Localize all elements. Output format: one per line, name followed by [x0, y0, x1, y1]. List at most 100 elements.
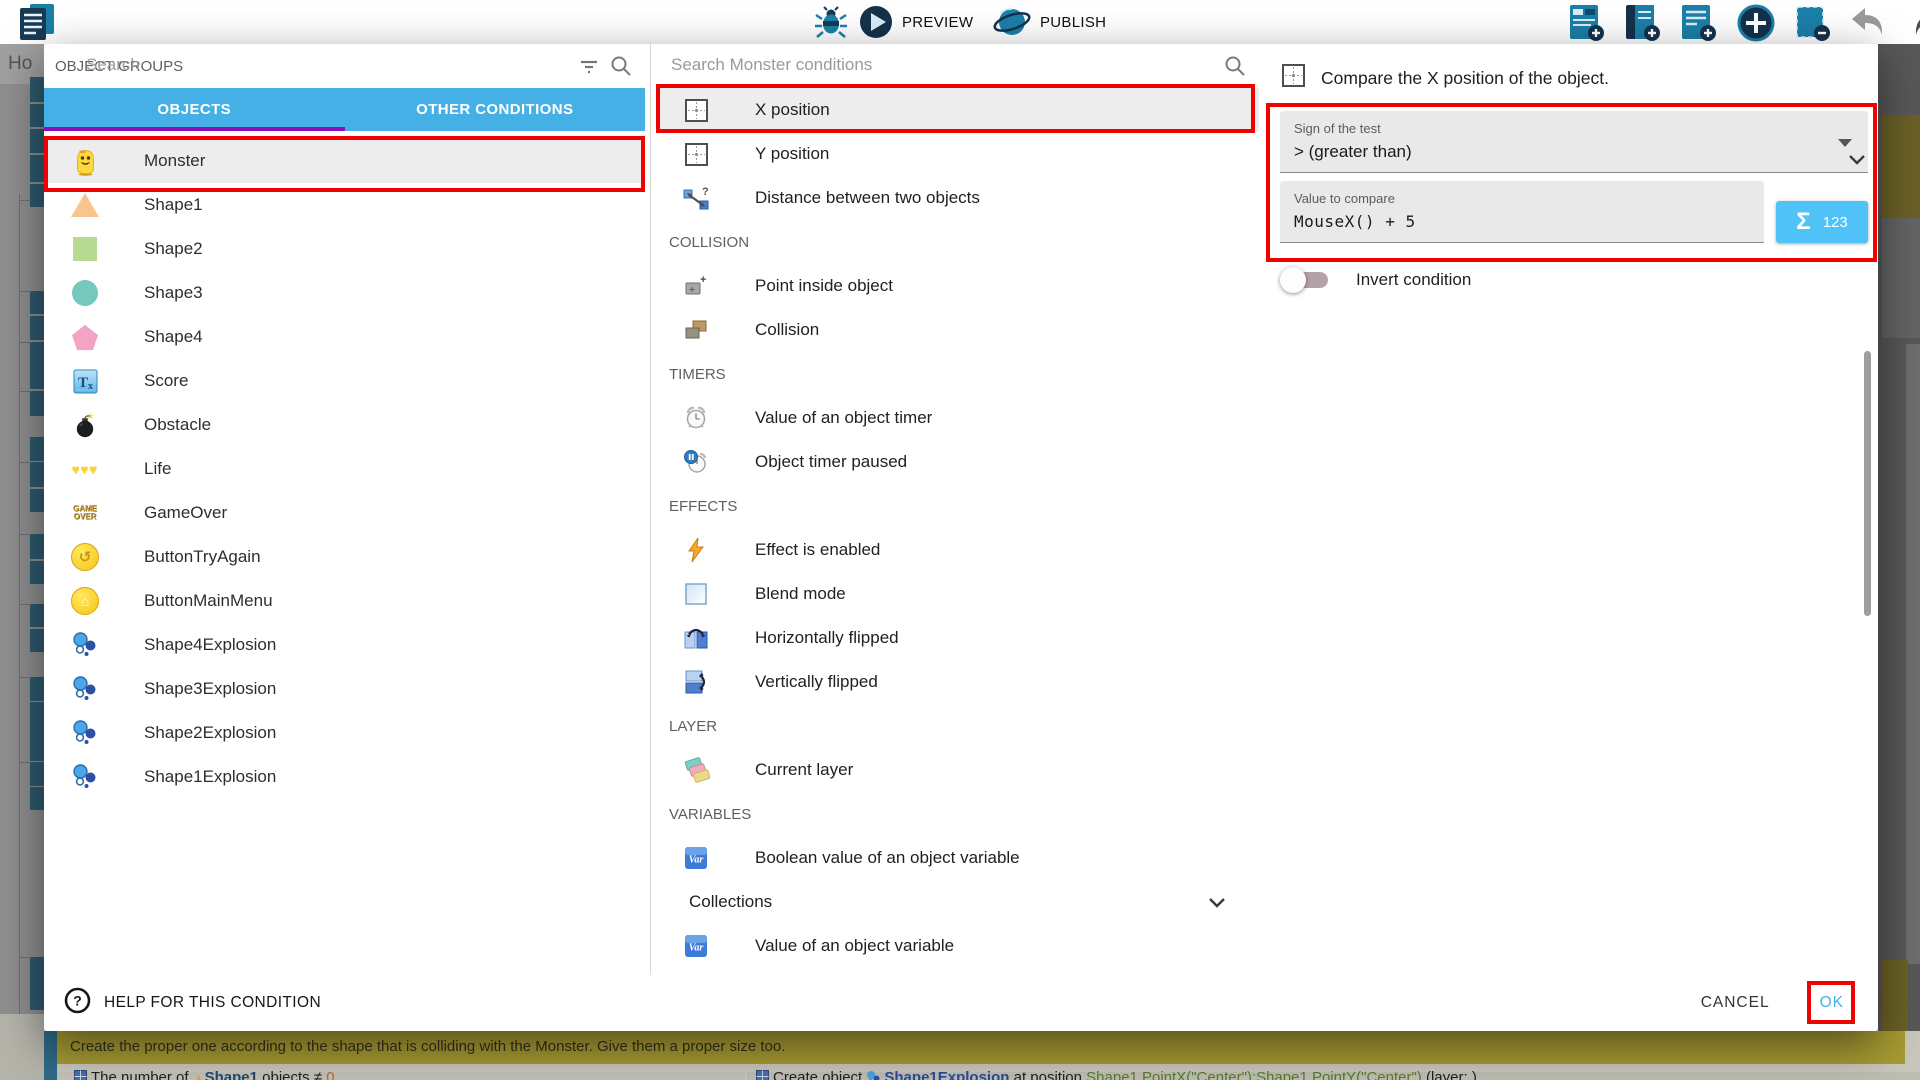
condition-row-y-position[interactable]: Y position	[659, 132, 1259, 176]
objects-search-input[interactable]: Search	[44, 44, 645, 88]
object-label: Score	[144, 371, 188, 391]
help-button[interactable]: ? HELP FOR THIS CONDITION	[64, 987, 321, 1019]
object-row-shape4[interactable]: Shape4	[44, 315, 645, 359]
condition-group-header-timers: TIMERS	[651, 352, 1267, 396]
point-inside-icon: ++	[681, 271, 711, 301]
tab-objects[interactable]: OBJECTS	[44, 88, 345, 131]
conditions-panel: Search Monster conditions X position Y po…	[650, 44, 1267, 975]
text-object-icon: Tx	[68, 364, 102, 398]
condition-label: Current layer	[755, 760, 853, 780]
object-row-obstacle[interactable]: Obstacle	[44, 403, 645, 447]
triangle-shape-icon	[68, 188, 102, 222]
condition-row-blend-mode[interactable]: Blend mode	[659, 572, 1259, 616]
collapsible-collections[interactable]: Collections	[659, 880, 1259, 924]
help-icon: ?	[64, 987, 91, 1019]
events-sheet-background-bottom: Create the proper one according to the s…	[44, 1031, 1920, 1080]
condition-row-vertically-flipped[interactable]: Vertically flipped	[659, 660, 1259, 704]
condition-row-horizontally-flipped[interactable]: Horizontally flipped	[659, 616, 1259, 660]
event-block	[30, 77, 44, 102]
blend-icon	[681, 579, 711, 609]
object-row-shape3[interactable]: Shape3	[44, 271, 645, 315]
ok-button[interactable]: OK	[1820, 994, 1844, 1012]
expression-builder-button[interactable]: Σ 123	[1776, 201, 1868, 243]
conditions-search-input[interactable]: Search Monster conditions	[651, 44, 1267, 88]
events-sheet-icon[interactable]	[16, 2, 60, 42]
event-block	[30, 316, 44, 340]
preview-button[interactable]: PREVIEW	[858, 4, 973, 40]
value-to-compare-input[interactable]: Value to compare MouseX() + 5	[1280, 181, 1764, 243]
conditions-search-placeholder: Search Monster conditions	[671, 55, 872, 75]
paste-icon[interactable]	[1793, 3, 1833, 43]
condition-row-distance-between-two-objects[interactable]: ?Distance between two objects	[659, 176, 1259, 220]
preview-label: PREVIEW	[902, 14, 973, 31]
condition-group-header-variables: VARIABLES	[651, 792, 1267, 836]
object-row-shape3explosion[interactable]: Shape3Explosion	[44, 667, 645, 711]
search-icon	[1223, 54, 1247, 83]
condition-row-boolean-value-of-an-object-variable[interactable]: VarBoolean value of an object variable	[659, 836, 1259, 880]
variable-icon: Var	[681, 931, 711, 961]
invert-condition-label: Invert condition	[1356, 270, 1471, 290]
tab-other-conditions[interactable]: OTHER CONDITIONS	[345, 88, 646, 131]
condition-row-x-position[interactable]: X position	[659, 88, 1259, 132]
condition-row-object-timer-paused[interactable]: Object timer paused	[659, 440, 1259, 484]
gdevelop-editor-screen: PREVIEW PUBLISH Ho Create the proper one…	[0, 0, 1920, 1080]
bomb-icon	[68, 408, 102, 442]
add-comment-icon[interactable]	[1679, 3, 1719, 43]
condition-row-effect-is-enabled[interactable]: Effect is enabled	[659, 528, 1259, 572]
event-block	[30, 787, 44, 810]
debug-icon[interactable]	[814, 5, 848, 39]
redo-icon[interactable]	[1907, 4, 1920, 42]
object-row-shape2[interactable]: Shape2	[44, 227, 645, 271]
svg-text:?: ?	[73, 993, 82, 1009]
condition-label: Object timer paused	[755, 452, 907, 472]
object-row-shape1[interactable]: Shape1	[44, 183, 645, 227]
sign-of-test-label: Sign of the test	[1294, 121, 1854, 136]
filter-icon[interactable]	[577, 54, 601, 83]
event-block	[30, 762, 44, 786]
condition-row-current-layer[interactable]: Current layer	[659, 748, 1259, 792]
play-icon	[858, 4, 894, 40]
position-icon	[681, 139, 711, 169]
object-row-monster[interactable]: Monster	[44, 139, 645, 183]
condition-row-value-of-an-object-timer[interactable]: Value of an object timer	[659, 396, 1259, 440]
object-row-score[interactable]: Tx Score	[44, 359, 645, 403]
undo-icon[interactable]	[1849, 4, 1891, 42]
object-row-shape1explosion[interactable]: Shape1Explosion	[44, 755, 645, 799]
object-row-gameover[interactable]: GAMEOVERGameOver	[44, 491, 645, 535]
object-row-buttonmainmenu[interactable]: ⌂ButtonMainMenu	[44, 579, 645, 623]
invert-condition-toggle[interactable]	[1282, 270, 1328, 290]
add-subevent-icon[interactable]	[1623, 3, 1663, 43]
event-block	[30, 561, 44, 584]
restart-button-icon: ↺	[68, 540, 102, 574]
object-row-life[interactable]: ♥♥♥Life	[44, 447, 645, 491]
object-row-buttontryagain[interactable]: ↺ButtonTryAgain	[44, 535, 645, 579]
object-row-shape2explosion[interactable]: Shape2Explosion	[44, 711, 645, 755]
condition-label: Blend mode	[755, 584, 846, 604]
condition-row-collision[interactable]: Collision	[659, 308, 1259, 352]
sign-of-test-select[interactable]: Sign of the test > (greater than)	[1280, 111, 1868, 173]
svg-text:T: T	[78, 375, 88, 391]
condition-label: X position	[755, 100, 830, 120]
object-row-shape4explosion[interactable]: Shape4Explosion	[44, 623, 645, 667]
layer-icon	[681, 755, 711, 785]
add-event-icon[interactable]	[1567, 3, 1607, 43]
publish-button[interactable]: PUBLISH	[992, 4, 1106, 40]
cancel-button[interactable]: CANCEL	[1701, 994, 1770, 1012]
objects-panel: Search OBJECTSOTHER CONDITIONS MonsterSh…	[44, 44, 645, 975]
instruction-grid-icon	[74, 1070, 87, 1080]
condition-row-point-inside-object[interactable]: ++Point inside object	[659, 264, 1259, 308]
explosion-small-icon	[866, 1070, 880, 1080]
condition-label: Collision	[755, 320, 819, 340]
explosion-icon	[68, 628, 102, 662]
events-sheet-margin	[0, 1014, 44, 1080]
event-block	[30, 629, 44, 652]
condition-row-value-of-an-object-variable[interactable]: VarValue of an object variable	[659, 924, 1259, 968]
event-block	[30, 437, 44, 461]
hearts-icon: ♥♥♥	[68, 452, 102, 486]
editor-toolbar: PREVIEW PUBLISH	[0, 0, 1920, 44]
add-circle-icon[interactable]	[1735, 2, 1777, 44]
objects-search-placeholder: Search	[86, 55, 140, 75]
chevron-down-icon[interactable]	[1205, 890, 1229, 919]
explosion-icon	[68, 760, 102, 794]
condition-title: Compare the X position of the object.	[1321, 68, 1609, 89]
